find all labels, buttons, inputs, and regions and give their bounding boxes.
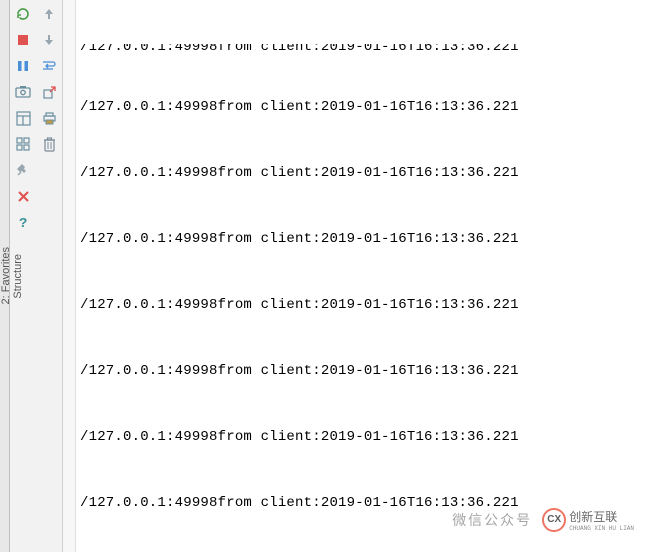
console-line: /127.0.0.1:49998from client:2019-01-16T1… bbox=[80, 162, 648, 184]
up-arrow-icon[interactable] bbox=[39, 4, 59, 24]
toolbar-col-2 bbox=[36, 0, 62, 552]
close-icon[interactable] bbox=[13, 186, 33, 206]
side-tool-tabs: Structure 2: Favorites bbox=[0, 0, 10, 552]
trash-icon[interactable] bbox=[39, 134, 59, 154]
layout-icon[interactable] bbox=[13, 108, 33, 128]
side-tab-structure[interactable]: Structure bbox=[12, 254, 24, 299]
side-tab-favorites[interactable]: 2: Favorites bbox=[0, 247, 12, 304]
camera-icon[interactable] bbox=[13, 82, 33, 102]
console-line: /127.0.0.1:49998from client:2019-01-16T1… bbox=[80, 492, 648, 514]
svg-text:?: ? bbox=[19, 216, 27, 229]
console-line: /127.0.0.1:49998from client:2019-01-16T1… bbox=[80, 294, 648, 316]
pause-button[interactable] bbox=[13, 56, 33, 76]
ide-panel: Structure 2: Favorites bbox=[0, 0, 648, 552]
help-icon[interactable]: ? bbox=[13, 212, 33, 232]
stop-button[interactable] bbox=[13, 30, 33, 50]
console-line: /127.0.0.1:49998from client:2019-01-16T1… bbox=[80, 44, 648, 52]
console-line: /127.0.0.1:49998from client:2019-01-16T1… bbox=[80, 228, 648, 250]
wrap-toggle-icon[interactable] bbox=[39, 56, 59, 76]
grid-icon[interactable] bbox=[13, 134, 33, 154]
pin-icon[interactable] bbox=[13, 160, 33, 180]
print-icon[interactable] bbox=[39, 108, 59, 128]
console-line: /127.0.0.1:49998from client:2019-01-16T1… bbox=[80, 96, 648, 118]
console-line: /127.0.0.1:49998from client:2019-01-16T1… bbox=[80, 426, 648, 448]
rerun-button[interactable] bbox=[13, 4, 33, 24]
console-line: /127.0.0.1:49998from client:2019-01-16T1… bbox=[80, 360, 648, 382]
console-output[interactable]: /127.0.0.1:49998from client:2019-01-16T1… bbox=[76, 0, 648, 552]
editor-gutter bbox=[63, 0, 76, 552]
down-arrow-icon[interactable] bbox=[39, 30, 59, 50]
export-icon[interactable] bbox=[39, 82, 59, 102]
